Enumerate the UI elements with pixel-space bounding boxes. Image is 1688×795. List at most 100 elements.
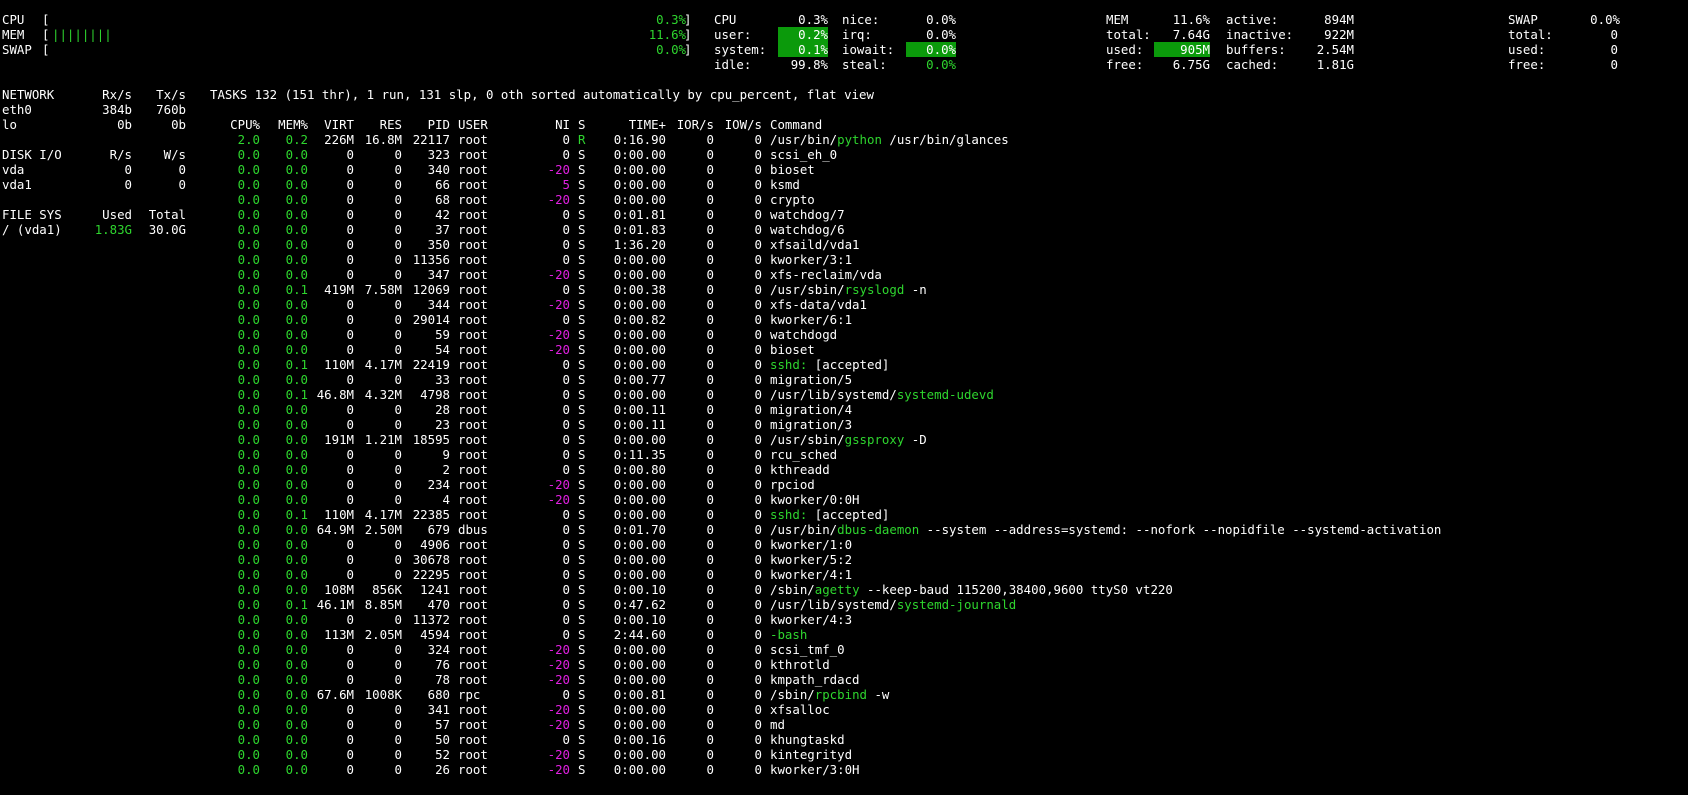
cell-status: S [578, 402, 586, 417]
cell-ior: 0 [706, 162, 714, 177]
cell-virt: 64.9M [316, 522, 354, 537]
cpu-irq-label: irq: [842, 27, 872, 42]
cell-mem: 0.0 [285, 462, 308, 477]
command-path: migration/3 [770, 417, 853, 432]
process-row[interactable]: 0.0 0.0 0 0 11356 root 0 S 0:00.00 0 0 kworker/3:1 [0, 252, 1688, 267]
cell-iow: 0 [754, 237, 762, 252]
process-row[interactable]: 0.0 0.1 110M 4.17M 22419 root 0 S 0:00.00 0 0 sshd:… [0, 357, 1688, 372]
process-row[interactable]: 0.0 0.0 0 0 347 root -20 S 0:00.00 0 0 xfs-reclaim/… [0, 267, 1688, 282]
process-row[interactable]: 0.0 0.0 0 0 350 root 0 S 1:36.20 0 0 xfsaild/vda1 [0, 237, 1688, 252]
process-row[interactable]: 0.0 0.0 0 0 37 root 0 S 0:01.83 0 0 watchdog/6 [0, 222, 1688, 237]
process-row[interactable]: 0.0 0.0 0 0 22295 root 0 S 0:00.00 0 0 kworker/4:1 [0, 567, 1688, 582]
cell-ior: 0 [706, 732, 714, 747]
cell-res: 2.05M [364, 627, 402, 642]
process-row[interactable]: 0.0 0.0 64.9M 2.50M 679 dbus 0 S 0:01.70 0 0/usr/b… [0, 522, 1688, 537]
cell-ior: 0 [706, 627, 714, 642]
cell-time: 0:11.35 [613, 447, 666, 462]
cell-pid: 59 [435, 327, 450, 342]
header-res: RES [379, 117, 402, 132]
header-cpu[interactable]: CPU% [222, 117, 260, 132]
network-title: NETWORK [2, 87, 55, 102]
process-row[interactable]: 0.0 0.1 419M 7.58M 12069 root 0 S 0:00.38 0 0/usr/… [0, 282, 1688, 297]
process-row[interactable]: 0.0 0.0 0 0 2 root 0 S 0:00.80 0 0 kthreadd [0, 462, 1688, 477]
swap-free-label: free: [1508, 57, 1546, 72]
command-path: watchdog/7 [770, 207, 845, 222]
cell-ior: 0 [706, 612, 714, 627]
process-row[interactable]: 0.0 0.0 0 0 324 root -20 S 0:00.00 0 0 scsi_tmf_0 [0, 642, 1688, 657]
command-path: xfs-reclaim/vda [770, 267, 882, 282]
cell-iow: 0 [754, 702, 762, 717]
cell-user: root [458, 342, 488, 357]
cell-iow: 0 [754, 342, 762, 357]
cell-time: 0:00.00 [613, 702, 666, 717]
process-row[interactable]: 0.0 0.0 0 0 52 root -20 S 0:00.00 0 0 kintegrityd [0, 747, 1688, 762]
cell-status: S [578, 567, 586, 582]
cell-time: 0:00.00 [613, 567, 666, 582]
process-row[interactable]: 0.0 0.0 0 0 50 root 0 S 0:00.16 0 0 khungtaskd [0, 732, 1688, 747]
process-row[interactable]: 0.0 0.0 0 0 4906 root 0 S 0:00.00 0 0 kworker/1:0 [0, 537, 1688, 552]
cell-pid: 50 [435, 732, 450, 747]
process-row[interactable]: 0.0 0.0 0 0 9 root 0 S 0:11.35 0 0 rcu_sched [0, 447, 1688, 462]
cell-time: 0:00.00 [613, 537, 666, 552]
cell-nice: 5 [562, 177, 570, 192]
process-row[interactable]: 0.0 0.0 0 0 59 root -20 S 0:00.00 0 0 watchdogd [0, 327, 1688, 342]
cell-virt: 110M [324, 357, 354, 372]
cell-cpu: 0.0 [237, 717, 260, 732]
cell-cpu: 0.0 [237, 582, 260, 597]
mem-active-label: active: [1226, 12, 1279, 27]
process-row[interactable]: 2.0 0.2 226M 16.8M 22117 root 0 R 0:16.90 0 0/usr/… [0, 132, 1688, 147]
process-row[interactable]: 0.0 0.0 0 0 54 root -20 S 0:00.00 0 0 bioset [0, 342, 1688, 357]
process-row[interactable]: 0.0 0.0 191M 1.21M 18595 root 0 S 0:00.00 0 0/usr/… [0, 432, 1688, 447]
process-row[interactable]: 0.0 0.0 0 0 42 root 0 S 0:01.81 0 0 watchdog/7 [0, 207, 1688, 222]
process-row[interactable]: 0.0 0.0 0 0 341 root -20 S 0:00.00 0 0 xfsalloc [0, 702, 1688, 717]
quicklook-cpu-percent: 0.3% [656, 12, 686, 27]
process-row[interactable]: 0.0 0.0 0 0 26 root -20 S 0:00.00 0 0 kworker/3:0H [0, 762, 1688, 777]
cell-pid: 350 [427, 237, 450, 252]
cell-cpu: 0.0 [237, 447, 260, 462]
cell-user: root [458, 162, 488, 177]
process-row[interactable]: 0.0 0.0 0 0 30678 root 0 S 0:00.00 0 0 kworker/5:2 [0, 552, 1688, 567]
cell-pid: 26 [435, 762, 450, 777]
process-row[interactable]: 0.0 0.0 108M 856K 1241 root 0 S 0:00.10 0 0/sbin/a… [0, 582, 1688, 597]
process-row[interactable]: 0.0 0.1 46.8M 4.32M 4798 root 0 S 0:00.00 0 0/usr/… [0, 387, 1688, 402]
cell-time: 0:00.11 [613, 402, 666, 417]
process-row[interactable]: 0.0 0.0 0 0 68 root -20 S 0:00.00 0 0 crypto [0, 192, 1688, 207]
cell-user: root [458, 462, 488, 477]
process-row[interactable]: 0.0 0.0 0 0 76 root -20 S 0:00.00 0 0 kthrotld [0, 657, 1688, 672]
process-row[interactable]: 0.0 0.0 113M 2.05M 4594 root 0 S 2:44.60 0 0 -bash [0, 627, 1688, 642]
command-path: /usr/sbin/ [770, 282, 845, 297]
command-path: bioset [770, 342, 815, 357]
process-row[interactable]: 0.0 0.0 0 0 323 root 0 S 0:00.00 0 0 scsi_eh_0 [0, 147, 1688, 162]
command-args: --system --address=systemd: --nofork --n… [919, 522, 1442, 537]
cell-time: 0:00.00 [613, 357, 666, 372]
cell-status: S [578, 597, 586, 612]
process-row[interactable]: 0.0 0.0 0 0 234 root -20 S 0:00.00 0 0 rpciod [0, 477, 1688, 492]
cell-time: 0:00.00 [613, 762, 666, 777]
process-row[interactable]: 0.0 0.0 0 0 28 root 0 S 0:00.11 0 0 migration/4 [0, 402, 1688, 417]
process-row[interactable]: 0.0 0.0 0 0 344 root -20 S 0:00.00 0 0 xfs-data/vda… [0, 297, 1688, 312]
process-row[interactable]: 0.0 0.0 0 0 340 root -20 S 0:00.00 0 0 bioset [0, 162, 1688, 177]
header-mem[interactable]: MEM% [268, 117, 308, 132]
process-row[interactable]: 0.0 0.0 0 0 23 root 0 S 0:00.11 0 0 migration/3 [0, 417, 1688, 432]
cell-user: root [458, 567, 488, 582]
cell-mem: 0.0 [285, 342, 308, 357]
cell-ior: 0 [706, 282, 714, 297]
command-args: /usr/bin/glances [881, 132, 1009, 147]
cell-cpu: 0.0 [237, 762, 260, 777]
cell-pid: 4906 [420, 537, 450, 552]
cell-ior: 0 [706, 657, 714, 672]
process-row[interactable]: 0.0 0.0 0 0 57 root -20 S 0:00.00 0 0 md [0, 717, 1688, 732]
process-row[interactable]: 0.0 0.1 46.1M 8.85M 470 root 0 S 0:47.62 0 0/usr/l… [0, 597, 1688, 612]
cell-iow: 0 [754, 477, 762, 492]
process-row[interactable]: 0.0 0.0 0 0 78 root -20 S 0:00.00 0 0 kmpath_rdacd [0, 672, 1688, 687]
cell-res: 7.58M [364, 282, 402, 297]
process-row[interactable]: 0.0 0.0 67.6M 1008K 680 rpc 0 S 0:00.81 0 0/sbin/r… [0, 687, 1688, 702]
process-row[interactable]: 0.0 0.0 0 0 33 root 0 S 0:00.77 0 0 migration/5 [0, 372, 1688, 387]
cell-mem: 0.0 [285, 762, 308, 777]
process-row[interactable]: 0.0 0.0 0 0 4 root -20 S 0:00.00 0 0 kworker/0:0H [0, 492, 1688, 507]
quicklook-swap-percent: 0.0% [656, 42, 686, 57]
process-row[interactable]: 0.0 0.0 0 0 11372 root 0 S 0:00.10 0 0 kworker/4:3 [0, 612, 1688, 627]
process-row[interactable]: 0.0 0.1 110M 4.17M 22385 root 0 S 0:00.00 0 0 sshd:… [0, 507, 1688, 522]
process-row[interactable]: 0.0 0.0 0 0 29014 root 0 S 0:00.82 0 0 kworker/6:1 [0, 312, 1688, 327]
process-row[interactable]: 0.0 0.0 0 0 66 root 5 S 0:00.00 0 0 ksmd [0, 177, 1688, 192]
